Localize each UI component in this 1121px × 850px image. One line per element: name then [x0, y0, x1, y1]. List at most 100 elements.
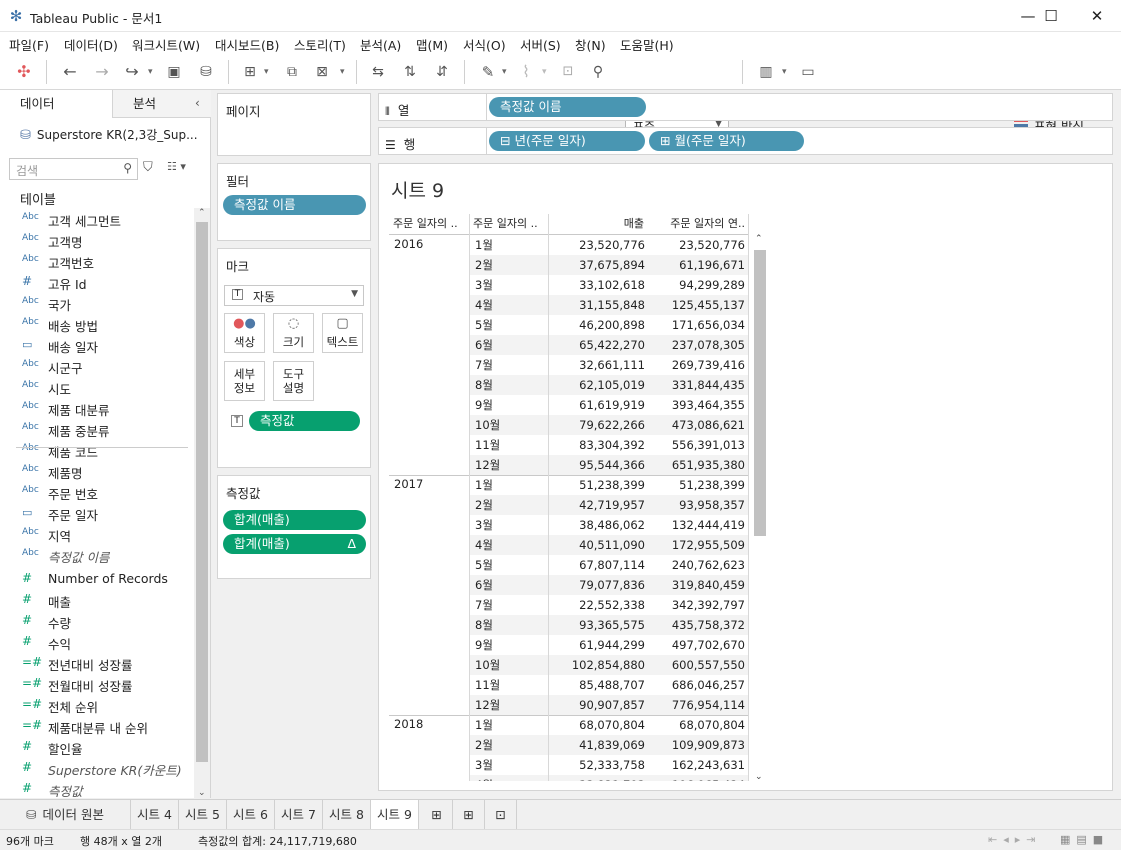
table-row[interactable]: 9월 61,619,919 393,464,355 [469, 395, 749, 415]
new-datasource-icon[interactable]: ⛁ [194, 60, 218, 84]
table-row[interactable]: 9월 61,944,299 497,702,670 [469, 635, 749, 655]
table-row[interactable]: 1월 51,238,399 51,238,399 [469, 475, 749, 495]
mark-pill-measure-values[interactable]: 측정값 [249, 411, 360, 431]
rows-pill-year[interactable]: ⊟ 년(주문 일자) [489, 131, 645, 151]
new-story-icon[interactable]: ⊡ [485, 800, 517, 829]
tab-sheet-8[interactable]: 시트 8 [323, 800, 371, 829]
scroll-up-icon[interactable]: ⌃ [755, 234, 763, 244]
field-item[interactable]: Abc 제품명 [0, 460, 193, 481]
tooltip-button[interactable]: 도구 설명 [273, 361, 314, 401]
field-item[interactable]: Abc 측정값 이름 [0, 544, 193, 565]
replay-icon[interactable]: ↪ [120, 60, 144, 84]
group-dropdown-icon[interactable]: ▾ [542, 60, 547, 84]
table-row[interactable]: 12월 90,907,857 776,954,114 [469, 695, 749, 715]
view-options-icon[interactable]: ☷ ▾ [167, 160, 186, 173]
replay-dropdown-icon[interactable]: ▾ [148, 60, 153, 84]
header-sales[interactable]: 매출 [549, 214, 644, 234]
table-row[interactable]: 1월 68,070,804 68,070,804 [469, 715, 749, 735]
table-row[interactable]: 5월 46,200,898 171,656,034 [469, 315, 749, 335]
field-item[interactable]: # 고유 Id [0, 271, 193, 292]
presentation-mode-icon[interactable]: ▭ [796, 60, 820, 84]
table-row[interactable]: 6월 79,077,836 319,840,459 [469, 575, 749, 595]
table-row[interactable]: 1월 23,520,776 23,520,776 [469, 235, 749, 255]
table-row[interactable]: 8월 62,105,019 331,844,435 [469, 375, 749, 395]
field-item[interactable]: =# 전월대비 성장률 [0, 673, 193, 694]
save-icon[interactable]: ▣ [162, 60, 186, 84]
scroll-thumb[interactable] [754, 250, 766, 536]
scroll-thumb[interactable] [196, 222, 208, 762]
columns-pill-measure-names[interactable]: 측정값 이름 [489, 97, 646, 117]
menu-file[interactable]: 파일(F) [9, 35, 49, 54]
table-row[interactable]: 2월 41,839,069 109,909,873 [469, 735, 749, 755]
table-row[interactable]: 11월 85,488,707 686,046,257 [469, 675, 749, 695]
field-item[interactable]: # Number of Records [0, 568, 193, 589]
highlight-icon[interactable]: ✎ [476, 60, 500, 84]
fix-axes-icon[interactable]: ⚲ [586, 60, 610, 84]
menu-worksheet[interactable]: 워크시트(W) [132, 35, 200, 54]
text-button[interactable]: ▢ 텍스트 [322, 313, 363, 353]
menu-window[interactable]: 창(N) [575, 35, 606, 54]
field-item[interactable]: ▭ 배송 일자 [0, 334, 193, 355]
show-cards-icon[interactable]: ▥ [754, 60, 778, 84]
field-item[interactable]: =# 전체 순위 [0, 694, 193, 715]
field-item[interactable]: =# 제품대분류 내 순위 [0, 715, 193, 736]
scroll-down-icon[interactable]: ⌄ [755, 772, 763, 782]
field-item[interactable]: Abc 배송 방법 [0, 313, 193, 334]
group-members-icon[interactable]: ⌇ [514, 60, 538, 84]
sort-ascending-icon[interactable]: ⇅ [398, 60, 422, 84]
sort-descending-icon[interactable]: ⇵ [430, 60, 454, 84]
highlight-dropdown-icon[interactable]: ▾ [502, 60, 507, 84]
new-worksheet-icon[interactable]: ⊞ [238, 60, 262, 84]
filters-card[interactable]: 필터 측정값 이름 [217, 163, 371, 241]
measure-pill-sum-sales-delta[interactable]: 합계(매출) Δ [223, 534, 366, 554]
field-item[interactable]: # 수익 [0, 631, 193, 652]
field-item[interactable]: Abc 고객명 [0, 229, 193, 250]
field-item[interactable]: =# 전년대비 성장률 [0, 652, 193, 673]
menu-format[interactable]: 서식(O) [463, 35, 506, 54]
show-labels-icon[interactable]: ⊡ [556, 60, 580, 84]
menu-story[interactable]: 스토리(T) [294, 35, 346, 54]
tab-sheet-9[interactable]: 시트 9 [371, 800, 419, 829]
table-row[interactable]: 7월 22,552,338 342,392,797 [469, 595, 749, 615]
tableau-home-icon[interactable]: ✣ [12, 60, 36, 84]
rows-pill-month[interactable]: ⊞ 월(주문 일자) [649, 131, 804, 151]
color-button[interactable]: ●● 색상 [224, 313, 265, 353]
maximize-button[interactable]: ☐ [1028, 0, 1074, 32]
year-header[interactable]: 2016 [394, 237, 423, 251]
field-item[interactable]: Abc 시군구 [0, 355, 193, 376]
table-row[interactable]: 12월 95,544,366 651,935,380 [469, 455, 749, 475]
new-dashboard-icon[interactable]: ⊞ [453, 800, 485, 829]
undo-icon[interactable]: ← [58, 60, 82, 84]
field-item[interactable]: Abc 시도 [0, 376, 193, 397]
measure-pill-sum-sales[interactable]: 합계(매출) [223, 510, 366, 530]
field-item[interactable]: # Superstore KR(카운트) [0, 757, 193, 778]
tab-sheet-4[interactable]: 시트 4 [131, 800, 179, 829]
new-worksheet-icon[interactable]: ⊞ [421, 800, 453, 829]
table-row[interactable]: 4월 40,511,090 172,955,509 [469, 535, 749, 555]
field-item[interactable]: Abc 고객번호 [0, 250, 193, 271]
pages-card[interactable]: 페이지 [217, 93, 371, 156]
tab-sheet-5[interactable]: 시트 5 [179, 800, 227, 829]
table-row[interactable]: 10월 102,854,880 600,557,550 [469, 655, 749, 675]
table-row[interactable]: 4월 31,155,848 125,455,137 [469, 295, 749, 315]
year-header[interactable]: 2018 [394, 717, 423, 731]
field-item[interactable]: ▭ 주문 일자 [0, 502, 193, 523]
table-row[interactable]: 4월 33,821,793 196,065,424 [469, 775, 749, 781]
menu-server[interactable]: 서버(S) [520, 35, 561, 54]
field-item[interactable]: Abc 국가 [0, 292, 193, 313]
table-row[interactable]: 2월 42,719,957 93,958,357 [469, 495, 749, 515]
menu-data[interactable]: 데이터(D) [64, 35, 118, 54]
field-item[interactable]: Abc 주문 번호 [0, 481, 193, 502]
show-cards-dropdown-icon[interactable]: ▾ [782, 60, 787, 84]
datasource-item[interactable]: ⛁ Superstore KR(2,3강_Sup... [20, 126, 198, 143]
table-row[interactable]: 7월 32,661,111 269,739,416 [469, 355, 749, 375]
menu-analysis[interactable]: 분석(A) [360, 35, 401, 54]
filter-pill-measure-names[interactable]: 측정값 이름 [223, 195, 366, 215]
field-item[interactable]: # 할인율 [0, 736, 193, 757]
tab-sheet-6[interactable]: 시트 6 [227, 800, 275, 829]
menu-help[interactable]: 도움말(H) [620, 35, 674, 54]
field-item[interactable]: # 매출 [0, 589, 193, 610]
table-row[interactable]: 10월 79,622,266 473,086,621 [469, 415, 749, 435]
field-item[interactable]: Abc 고객 세그먼트 [0, 208, 193, 229]
view-scrollbar[interactable]: ⌃ ⌄ [752, 234, 768, 782]
